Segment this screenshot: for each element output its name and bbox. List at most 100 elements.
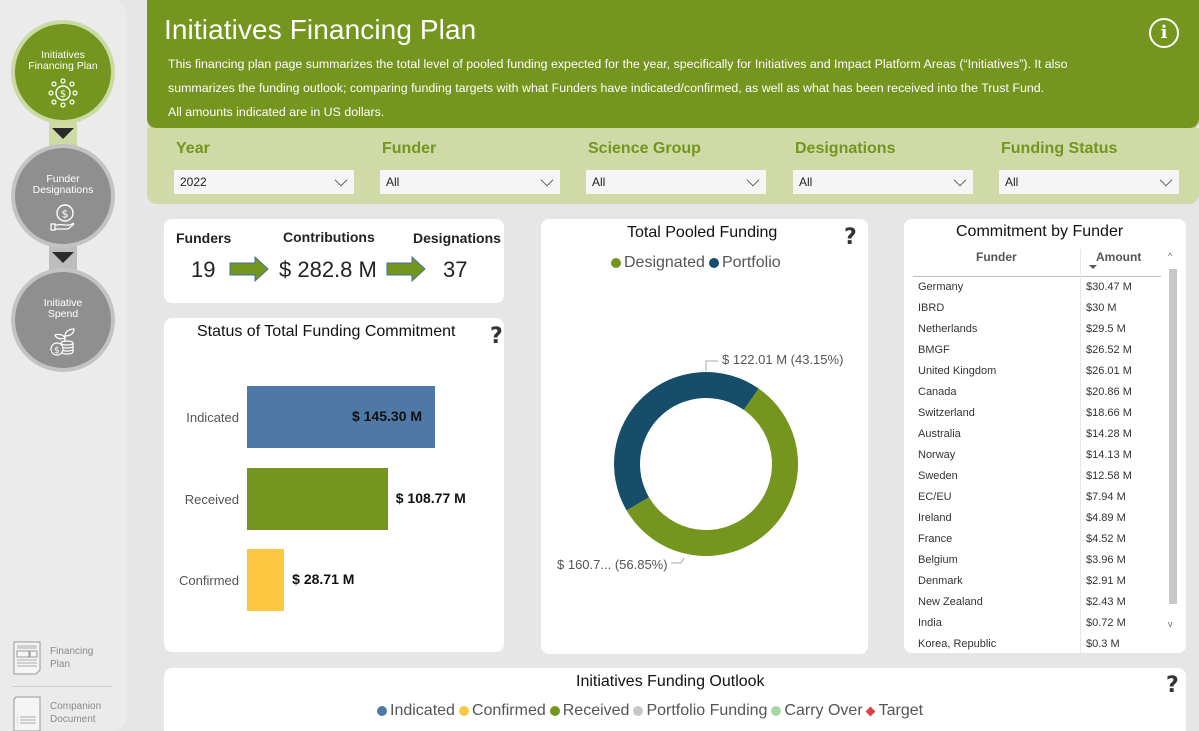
science-group-dropdown[interactable]: All xyxy=(586,170,766,194)
funder-cell: Canada xyxy=(918,386,957,398)
table-row[interactable]: France $4.52 M xyxy=(918,529,1163,550)
legend-item-received[interactable]: Received xyxy=(549,702,629,720)
table-row[interactable]: United Kingdom $26.01 M xyxy=(918,361,1163,382)
filter-label: Funder xyxy=(382,140,437,157)
pooled-funding-chart: Total Pooled Funding ? Designated Portfo… xyxy=(541,219,868,654)
table-row[interactable]: Netherlands $29.5 M xyxy=(918,319,1163,340)
designated-data-label: $ 160.7... (56.85%) xyxy=(557,557,668,572)
legend-item-portfolio-funding[interactable]: Portfolio Funding xyxy=(633,702,767,720)
table-row[interactable]: Australia $14.28 M xyxy=(918,424,1163,445)
chevron-down-icon xyxy=(52,252,74,263)
amount-cell: $4.89 M xyxy=(1086,512,1126,524)
funding-outlook-chart: Initiatives Funding Outlook ? Indicated C… xyxy=(164,668,1186,731)
legend-item-carry-over[interactable]: Carry Over xyxy=(771,702,863,720)
funder-cell: Netherlands xyxy=(918,323,978,335)
table-row[interactable]: Ireland $4.89 M xyxy=(918,508,1163,529)
selected-value: All xyxy=(1005,175,1019,189)
scrollbar-thumb[interactable] xyxy=(1169,269,1177,604)
scroll-up-icon[interactable]: ^ xyxy=(1168,251,1172,261)
table-row[interactable]: Sweden $12.58 M xyxy=(918,466,1163,487)
funder-cell: France xyxy=(918,533,953,545)
table-row[interactable]: India $0.72 M xyxy=(918,613,1163,634)
amount-cell: $2.91 M xyxy=(1086,575,1126,587)
contributions-label: Contributions xyxy=(283,229,375,245)
table-row[interactable]: Germany $30.47 M xyxy=(918,277,1163,298)
year-dropdown[interactable]: 2022 xyxy=(174,170,354,194)
chart-title: Initiatives Funding Outlook xyxy=(576,673,765,690)
divider xyxy=(12,686,112,687)
table-row[interactable]: IBRD $30 M xyxy=(918,298,1163,319)
nav-funder-designations[interactable]: Funder Designations $ xyxy=(11,144,115,248)
nav-initiative-spend[interactable]: Initiative Spend $ xyxy=(11,268,115,372)
table-row[interactable]: EC/EU $7.94 M xyxy=(918,487,1163,508)
amount-cell: $3.96 M xyxy=(1086,554,1126,566)
legend-dot xyxy=(458,706,469,716)
legend-item-confirmed[interactable]: Confirmed xyxy=(458,702,546,720)
amount-cell: $30.47 M xyxy=(1086,281,1132,293)
network-dollar-icon: $ xyxy=(48,78,78,108)
document-icon xyxy=(13,696,41,731)
page-description: This financing plan page summarizes the … xyxy=(168,52,1168,124)
bar-data-label: $ 108.77 M xyxy=(395,490,466,506)
page-title: Initiatives Financing Plan xyxy=(164,14,477,45)
description-line: All amounts indicated are in US dollars. xyxy=(168,105,385,119)
funder-cell: Norway xyxy=(918,449,956,461)
amount-cell: $26.01 M xyxy=(1086,365,1132,377)
table-row[interactable]: Norway $14.13 M xyxy=(918,445,1163,466)
donut-chart xyxy=(614,360,798,564)
info-icon[interactable]: i xyxy=(1149,18,1179,48)
financing-plan-link[interactable]: Financing Plan xyxy=(12,640,93,676)
legend-label: Indicated xyxy=(390,702,455,719)
table-row[interactable]: Belgium $3.96 M xyxy=(918,550,1163,571)
funder-cell: United Kingdom xyxy=(918,365,997,377)
filter-label: Year xyxy=(176,140,210,157)
chevron-down-icon xyxy=(953,173,967,187)
nav-label: Initiatives Financing Plan xyxy=(28,49,98,72)
table-row[interactable]: Canada $20.86 M xyxy=(918,382,1163,403)
table-row[interactable]: New Zealand $2.43 M xyxy=(918,592,1163,613)
amount-cell: $20.86 M xyxy=(1086,386,1132,398)
newspaper-icon xyxy=(13,641,41,675)
amount-cell: $2.43 M xyxy=(1086,596,1126,608)
designations-dropdown[interactable]: All xyxy=(793,170,973,194)
svg-text:$: $ xyxy=(60,89,66,100)
help-icon[interactable]: ? xyxy=(490,324,503,349)
chevron-down-icon xyxy=(52,128,74,139)
column-header-amount[interactable]: Amount xyxy=(1096,250,1141,264)
funder-cell: IBRD xyxy=(918,302,945,314)
bar-confirmed[interactable] xyxy=(247,549,285,611)
legend-item-indicated[interactable]: Indicated xyxy=(377,702,455,720)
svg-text:$: $ xyxy=(54,346,60,356)
amount-cell: $14.13 M xyxy=(1086,449,1132,461)
bar-data-label: $ 145.30 M xyxy=(352,408,423,424)
bar-received[interactable] xyxy=(247,468,388,530)
amount-cell: $18.66 M xyxy=(1086,407,1132,419)
table-scrollbar[interactable]: ^ v xyxy=(1168,249,1177,634)
amount-cell: $26.52 M xyxy=(1086,344,1132,356)
help-icon[interactable]: ? xyxy=(1166,673,1179,698)
table-row[interactable]: BMGF $26.52 M xyxy=(918,340,1163,361)
legend-item-target[interactable]: Target xyxy=(865,702,923,720)
table-row[interactable]: Switzerland $18.66 M xyxy=(918,403,1163,424)
funder-cell: Denmark xyxy=(918,575,963,587)
chevron-down-icon xyxy=(1159,173,1173,187)
arrow-right-icon xyxy=(229,256,269,282)
companion-document-link[interactable]: Companion Document xyxy=(12,695,101,731)
leader-line xyxy=(671,557,685,564)
nav-initiatives-financing-plan[interactable]: Initiatives Financing Plan $ xyxy=(11,20,115,124)
table-row[interactable]: Denmark $2.91 M xyxy=(918,571,1163,592)
amount-cell: $12.58 M xyxy=(1086,470,1132,482)
donut-slice-portfolio[interactable] xyxy=(614,372,759,511)
description-line: This financing plan page summarizes the … xyxy=(168,57,1068,71)
funder-dropdown[interactable]: All xyxy=(380,170,560,194)
table-row[interactable]: Korea, Republic $0.3 M xyxy=(918,634,1163,653)
page-header: Initiatives Financing Plan This financin… xyxy=(147,0,1199,128)
chevron-down-icon xyxy=(334,173,348,187)
funding-status-dropdown[interactable]: All xyxy=(999,170,1179,194)
sort-desc-icon[interactable] xyxy=(1089,265,1097,269)
column-header-funder[interactable]: Funder xyxy=(976,250,1017,264)
amount-cell: $4.52 M xyxy=(1086,533,1126,545)
scroll-down-icon[interactable]: v xyxy=(1168,619,1173,629)
doc-label: Financing Plan xyxy=(50,646,94,670)
funder-cell: Korea, Republic xyxy=(918,638,997,650)
